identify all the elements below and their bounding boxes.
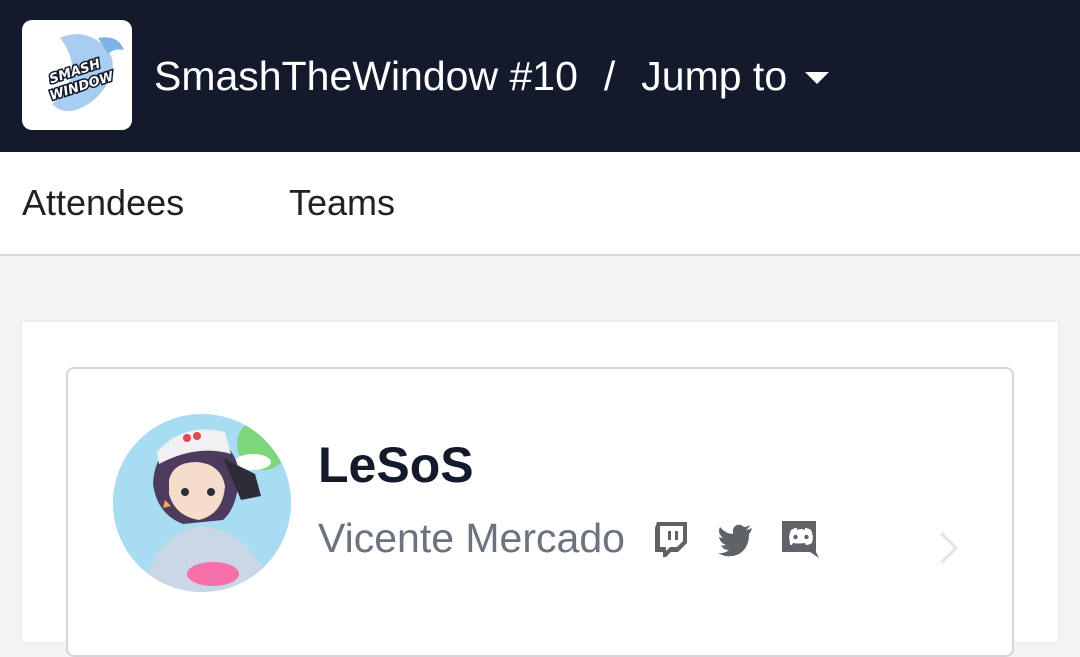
twitter-icon[interactable] <box>713 517 757 561</box>
jump-to-dropdown[interactable]: Jump to <box>641 52 830 100</box>
jump-to-label: Jump to <box>641 52 788 99</box>
event-title[interactable]: SmashTheWindow #10 <box>154 53 578 100</box>
tab-attendees[interactable]: Attendees <box>22 182 184 224</box>
caret-down-icon <box>805 72 830 84</box>
event-logo[interactable]: SMASH WINDOW <box>22 20 132 130</box>
player-info-row: Vicente Mercado <box>318 515 841 562</box>
event-logo-image: SMASH WINDOW <box>46 34 124 112</box>
gamer-tag: LeSoS <box>318 437 474 493</box>
twitch-icon[interactable] <box>649 517 693 561</box>
page-title: SmashTheWindow #10 / Jump to <box>154 44 830 108</box>
real-name: Vicente Mercado <box>318 515 625 561</box>
discord-icon[interactable] <box>777 517 821 561</box>
title-separator: / <box>603 52 616 99</box>
avatar <box>113 414 291 592</box>
tab-bar: Attendees Teams <box>0 152 1080 256</box>
chevron-right-icon[interactable] <box>934 528 964 568</box>
tab-teams[interactable]: Teams <box>289 182 395 224</box>
top-bar: SMASH WINDOW SmashTheWindow #10 / Jump t… <box>0 0 1080 152</box>
avatar-image <box>113 414 291 592</box>
